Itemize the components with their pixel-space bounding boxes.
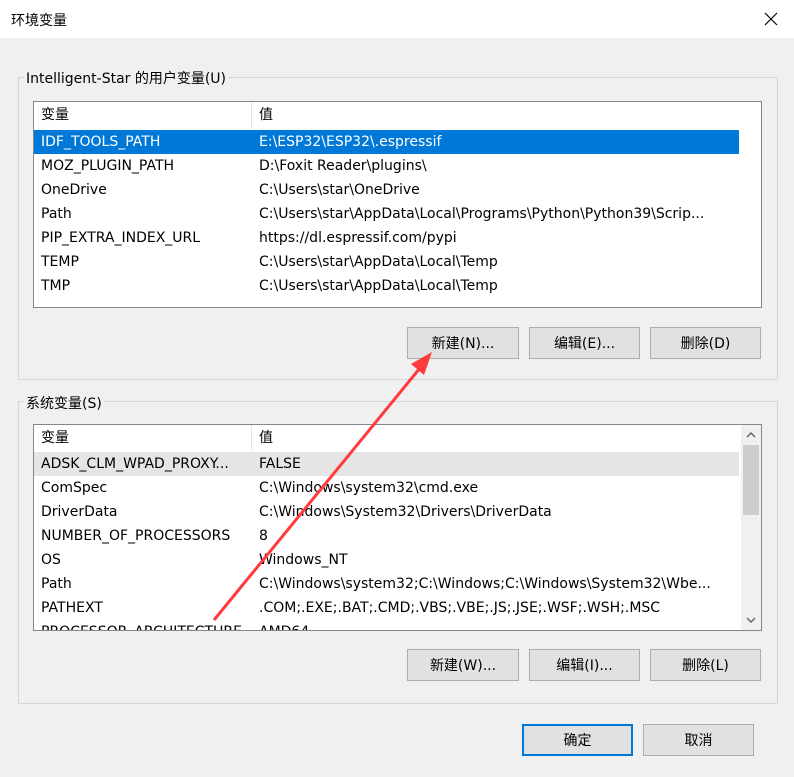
row-value: C:\Users\star\AppData\Local\Programs\Pyt… <box>259 206 705 222</box>
row-value: FALSE <box>259 456 301 472</box>
system-vars-list[interactable]: 变量 值 ADSK_CLM_WPAD_PROXY... FALSE ComSpe… <box>33 424 762 631</box>
table-row[interactable]: MOZ_PLUGIN_PATH D:\Foxit Reader\plugins\ <box>34 154 739 178</box>
row-variable: NUMBER_OF_PROCESSORS <box>41 528 231 544</box>
user-vars-group-label: Intelligent-Star 的用户变量(U) <box>24 68 229 88</box>
row-variable: MOZ_PLUGIN_PATH <box>41 158 175 174</box>
close-icon <box>764 12 778 26</box>
row-value: C:\Windows\system32;C:\Windows;C:\Window… <box>259 576 711 592</box>
table-row[interactable]: PIP_EXTRA_INDEX_URL https://dl.espressif… <box>34 226 739 250</box>
table-row[interactable]: Path C:\Windows\system32;C:\Windows;C:\W… <box>34 572 739 596</box>
system-delete-button[interactable]: 删除(L) <box>650 649 761 681</box>
column-header-variable[interactable]: 变量 <box>34 102 252 128</box>
column-header-variable[interactable]: 变量 <box>34 425 252 451</box>
cancel-button[interactable]: 取消 <box>643 724 754 756</box>
column-header-value[interactable]: 值 <box>252 102 742 128</box>
row-value: E:\ESP32\ESP32\.espressif <box>259 134 442 150</box>
table-row[interactable]: IDF_TOOLS_PATH E:\ESP32\ESP32\.espressif <box>34 130 739 154</box>
table-row[interactable]: DriverData C:\Windows\System32\Drivers\D… <box>34 500 739 524</box>
row-value: C:\Users\star\OneDrive <box>259 182 420 198</box>
row-variable: PIP_EXTRA_INDEX_URL <box>41 230 201 246</box>
row-variable: TEMP <box>41 254 79 270</box>
column-header-value[interactable]: 值 <box>252 425 742 451</box>
row-value: D:\Foxit Reader\plugins\ <box>259 158 427 174</box>
row-value: C:\Users\star\AppData\Local\Temp <box>259 254 498 270</box>
row-variable: PROCESSOR_ARCHITECTURE <box>41 620 247 630</box>
ok-button[interactable]: 确定 <box>522 724 633 756</box>
row-value: C:\Windows\system32\cmd.exe <box>259 480 479 496</box>
table-row[interactable]: PATHEXT .COM;.EXE;.BAT;.CMD;.VBS;.VBE;.J… <box>34 596 739 620</box>
user-edit-button[interactable]: 编辑(E)... <box>529 327 640 359</box>
user-vars-list[interactable]: 变量 值 IDF_TOOLS_PATH E:\ESP32\ESP32\.espr… <box>33 101 762 308</box>
row-variable: Path <box>41 206 72 222</box>
row-variable: Path <box>41 576 72 592</box>
close-button[interactable] <box>748 0 794 38</box>
row-value: .COM;.EXE;.BAT;.CMD;.VBS;.VBE;.JS;.JSE;.… <box>259 600 661 616</box>
table-row[interactable]: PROCESSOR_ARCHITECTURE AMD64 <box>34 620 739 630</box>
row-value: Windows_NT <box>259 552 348 568</box>
list-header: 变量 值 <box>34 425 741 451</box>
row-variable: IDF_TOOLS_PATH <box>41 134 161 150</box>
row-value: AMD64 <box>259 620 737 630</box>
user-delete-button[interactable]: 删除(D) <box>650 327 761 359</box>
system-edit-button[interactable]: 编辑(I)... <box>529 649 640 681</box>
table-row[interactable]: ComSpec C:\Windows\system32\cmd.exe <box>34 476 739 500</box>
chevron-down-icon <box>746 617 756 623</box>
table-row[interactable]: TMP C:\Users\star\AppData\Local\Temp <box>34 274 739 298</box>
system-vars-group-label: 系统变量(S) <box>24 393 104 413</box>
list-header: 变量 值 <box>34 102 761 128</box>
window-title: 环境变量 <box>11 13 67 29</box>
chevron-up-icon <box>746 432 756 438</box>
row-variable: ComSpec <box>41 480 108 496</box>
scroll-up-button[interactable] <box>741 425 761 445</box>
table-row[interactable]: TEMP C:\Users\star\AppData\Local\Temp <box>34 250 739 274</box>
row-variable: OS <box>41 552 61 568</box>
title-bar: 环境变量 <box>0 0 794 38</box>
row-value: https://dl.espressif.com/pypi <box>259 230 457 246</box>
row-variable: PATHEXT <box>41 600 103 616</box>
row-variable: DriverData <box>41 504 118 520</box>
row-variable: TMP <box>41 278 71 294</box>
row-value: 8 <box>259 528 268 544</box>
scroll-down-button[interactable] <box>741 610 761 630</box>
table-row[interactable]: NUMBER_OF_PROCESSORS 8 <box>34 524 739 548</box>
user-new-button[interactable]: 新建(N)... <box>407 327 519 359</box>
row-variable: ADSK_CLM_WPAD_PROXY... <box>41 456 229 472</box>
table-row[interactable]: OS Windows_NT <box>34 548 739 572</box>
table-row[interactable]: ADSK_CLM_WPAD_PROXY... FALSE <box>34 452 739 476</box>
table-row[interactable]: OneDrive C:\Users\star\OneDrive <box>34 178 739 202</box>
vertical-scrollbar[interactable] <box>741 425 761 630</box>
row-variable: OneDrive <box>41 182 107 198</box>
system-new-button[interactable]: 新建(W)... <box>407 649 519 681</box>
scroll-thumb[interactable] <box>743 445 759 515</box>
table-row[interactable]: Path C:\Users\star\AppData\Local\Program… <box>34 202 739 226</box>
row-value: C:\Windows\System32\Drivers\DriverData <box>259 504 552 520</box>
row-value: C:\Users\star\AppData\Local\Temp <box>259 278 498 294</box>
